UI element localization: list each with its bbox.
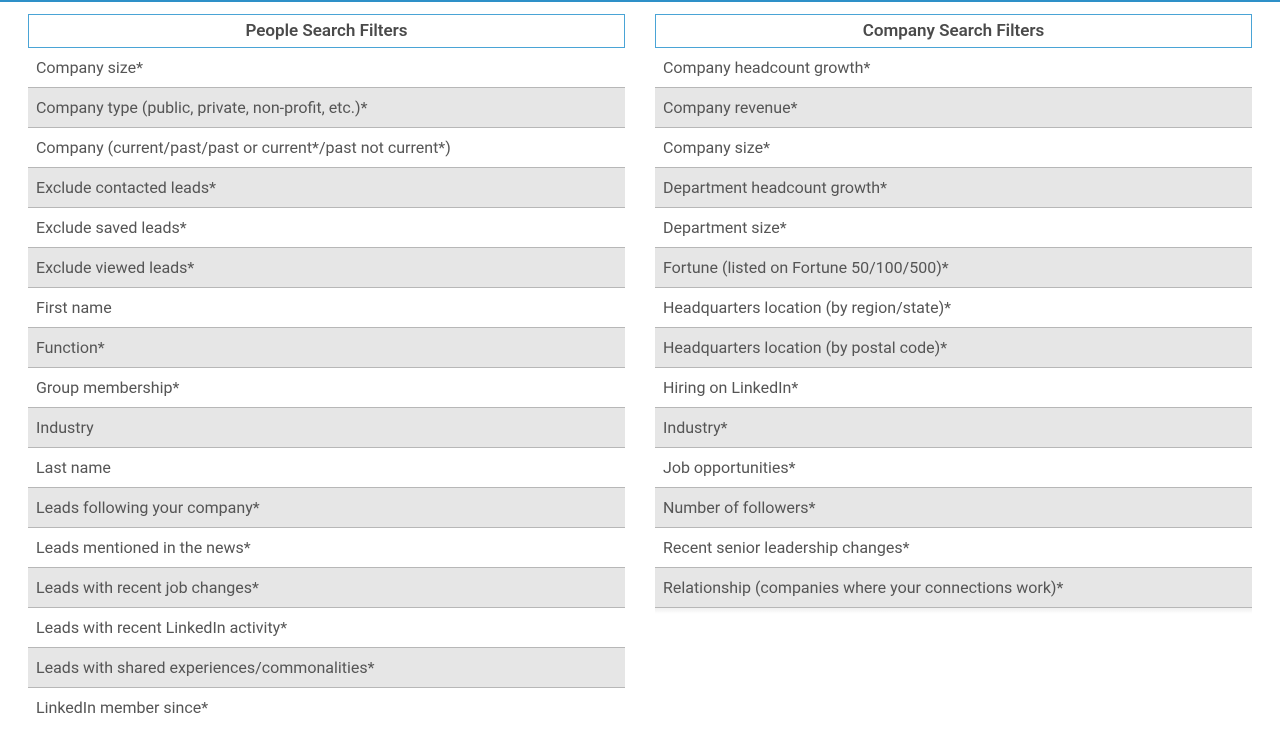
filter-row: Leads following your company* (28, 488, 625, 528)
filter-row: Company size* (655, 128, 1252, 168)
filter-row: Headquarters location (by postal code)* (655, 328, 1252, 368)
people-filters-panel: People Search Filters Company size* Comp… (28, 14, 625, 740)
filter-row: LinkedIn member since* (28, 688, 625, 727)
filter-row: Company (current/past/past or current*/p… (28, 128, 625, 168)
filter-row: Number of followers* (655, 488, 1252, 528)
people-panel-title: People Search Filters (28, 14, 625, 48)
filter-row: Industry (28, 408, 625, 448)
filter-row: Function* (28, 328, 625, 368)
filter-row: Leads mentioned in the news* (28, 528, 625, 568)
filter-row: Industry* (655, 408, 1252, 448)
company-panel-title: Company Search Filters (655, 14, 1252, 48)
filter-row: Exclude contacted leads* (28, 168, 625, 208)
filter-row: Hiring on LinkedIn* (655, 368, 1252, 408)
panel-shadow (655, 608, 1252, 614)
filter-row: Leads with shared experiences/commonalit… (28, 648, 625, 688)
filter-row: Exclude saved leads* (28, 208, 625, 248)
filter-row: Headquarters location (by region/state)* (655, 288, 1252, 328)
filter-row: Leads with recent job changes* (28, 568, 625, 608)
filter-row: Leads with recent LinkedIn activity* (28, 608, 625, 648)
filter-row: Company headcount growth* (655, 48, 1252, 88)
two-column-layout: People Search Filters Company size* Comp… (0, 0, 1280, 740)
filter-row: Department size* (655, 208, 1252, 248)
filter-row: Department headcount growth* (655, 168, 1252, 208)
filter-row: Company size* (28, 48, 625, 88)
filter-row: Company type (public, private, non-profi… (28, 88, 625, 128)
filter-row: First name (28, 288, 625, 328)
filter-row: Job opportunities* (655, 448, 1252, 488)
filter-row: Exclude viewed leads* (28, 248, 625, 288)
filter-row: Fortune (listed on Fortune 50/100/500)* (655, 248, 1252, 288)
company-filters-panel: Company Search Filters Company headcount… (655, 14, 1252, 740)
filter-row: Last name (28, 448, 625, 488)
filter-row: Relationship (companies where your conne… (655, 568, 1252, 608)
filter-row: Recent senior leadership changes* (655, 528, 1252, 568)
filter-row: Company revenue* (655, 88, 1252, 128)
filter-row: Group membership* (28, 368, 625, 408)
